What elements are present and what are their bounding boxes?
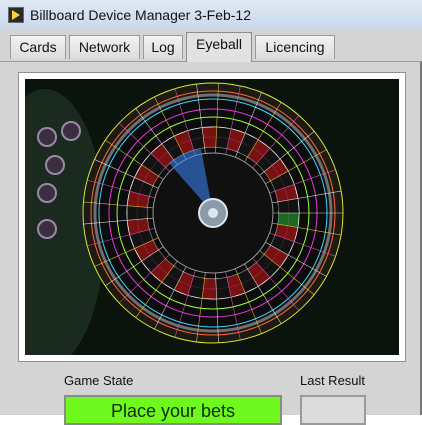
tab-network[interactable]: Network <box>69 35 140 59</box>
tab-cards[interactable]: Cards <box>10 35 66 59</box>
camera-view-frame <box>18 72 406 362</box>
chip <box>37 127 57 147</box>
chip <box>37 183 57 203</box>
last-result-label: Last Result <box>300 373 366 388</box>
app-window: Billboard Device Manager 3-Feb-12 Cards … <box>0 0 422 425</box>
title-bar[interactable]: Billboard Device Manager 3-Feb-12 <box>0 0 422 31</box>
roulette-camera-feed <box>25 79 399 355</box>
eyeball-panel: Game State Place your bets Last Result <box>0 61 422 425</box>
chip <box>45 155 65 175</box>
last-result-display <box>300 395 366 425</box>
app-play-icon <box>8 7 24 23</box>
roulette-wheel-overlay <box>25 79 399 355</box>
window-title: Billboard Device Manager 3-Feb-12 <box>30 7 251 23</box>
tab-licencing[interactable]: Licencing <box>255 35 335 59</box>
game-state-label: Game State <box>64 373 134 388</box>
wheel-hub-center <box>208 208 218 218</box>
game-state-display: Place your bets <box>64 395 282 425</box>
chip <box>37 219 57 239</box>
tab-log[interactable]: Log <box>143 35 183 59</box>
tab-eyeball[interactable]: Eyeball <box>186 32 252 62</box>
chip <box>61 121 81 141</box>
tab-strip: Cards Network Log Eyeball Licencing <box>0 30 422 62</box>
wheel-pocket <box>127 205 148 221</box>
